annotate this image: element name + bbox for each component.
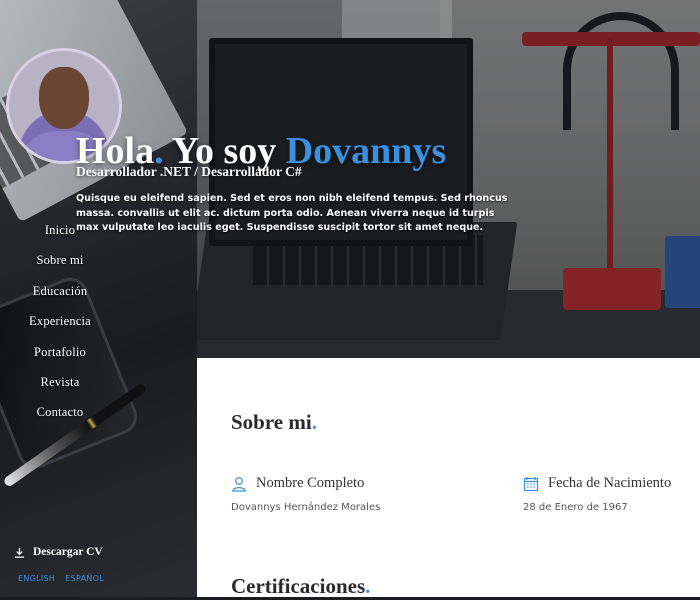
about-title-text: Sobre mi	[231, 410, 312, 434]
nav-item-experiencia[interactable]: Experiencia	[0, 311, 120, 341]
hero-name: Dovannys	[285, 130, 447, 173]
avatar-face	[39, 67, 89, 129]
birth-date-label: Fecha de Nacimiento	[548, 475, 672, 491]
sidebar: Inicio Sobre mi Educación Experiencia Po…	[0, 0, 197, 600]
nav-item-sobre-mi[interactable]: Sobre mi	[0, 250, 120, 280]
language-spanish-link[interactable]: ESPAÑOL	[65, 574, 104, 583]
download-cv-button[interactable]: Descargar CV	[14, 546, 103, 558]
certifications-title-dot: .	[365, 574, 371, 598]
birth-date-label-row: Fecha de Nacimiento	[523, 475, 671, 492]
nav-item-contacto[interactable]: Contacto	[0, 402, 120, 432]
certifications-title-text: Certificaciones	[231, 574, 366, 598]
download-cv-label: Descargar CV	[33, 546, 103, 558]
about-title-dot: .	[311, 410, 317, 434]
full-name-label-row: Nombre Completo	[231, 475, 380, 492]
full-name-block: Nombre Completo Dovannys Hernández Moral…	[231, 475, 380, 513]
sidebar-nav: Inicio Sobre mi Educación Experiencia Po…	[0, 220, 120, 433]
nav-item-portafolio[interactable]: Portafolio	[0, 342, 120, 372]
hero-description: Quisque eu eleifend sapien. Sed et eros …	[76, 193, 508, 233]
hero-subtitle: Desarrollador .NET / Desarrollador C#	[76, 164, 302, 179]
about-section-title: Sobre mi.	[231, 410, 317, 435]
download-icon	[14, 547, 25, 558]
language-english-link[interactable]: ENGLISH	[18, 574, 55, 583]
user-icon	[232, 476, 246, 492]
birth-date-value: 28 de Enero de 1967	[523, 502, 628, 513]
calendar-icon	[523, 476, 539, 491]
birth-date-block: Fecha de Nacimiento 28 de Enero de 1967	[523, 475, 671, 513]
page: Inicio Sobre mi Educación Experiencia Po…	[0, 0, 700, 600]
full-name-value: Dovannys Hernández Morales	[231, 502, 381, 513]
certifications-section-title: Certificaciones.	[231, 574, 370, 599]
nav-item-revista[interactable]: Revista	[0, 372, 120, 402]
nav-item-educacion[interactable]: Educación	[0, 281, 120, 311]
full-name-label: Nombre Completo	[256, 475, 365, 491]
language-switcher: ENGLISH ESPAÑOL	[18, 574, 104, 583]
